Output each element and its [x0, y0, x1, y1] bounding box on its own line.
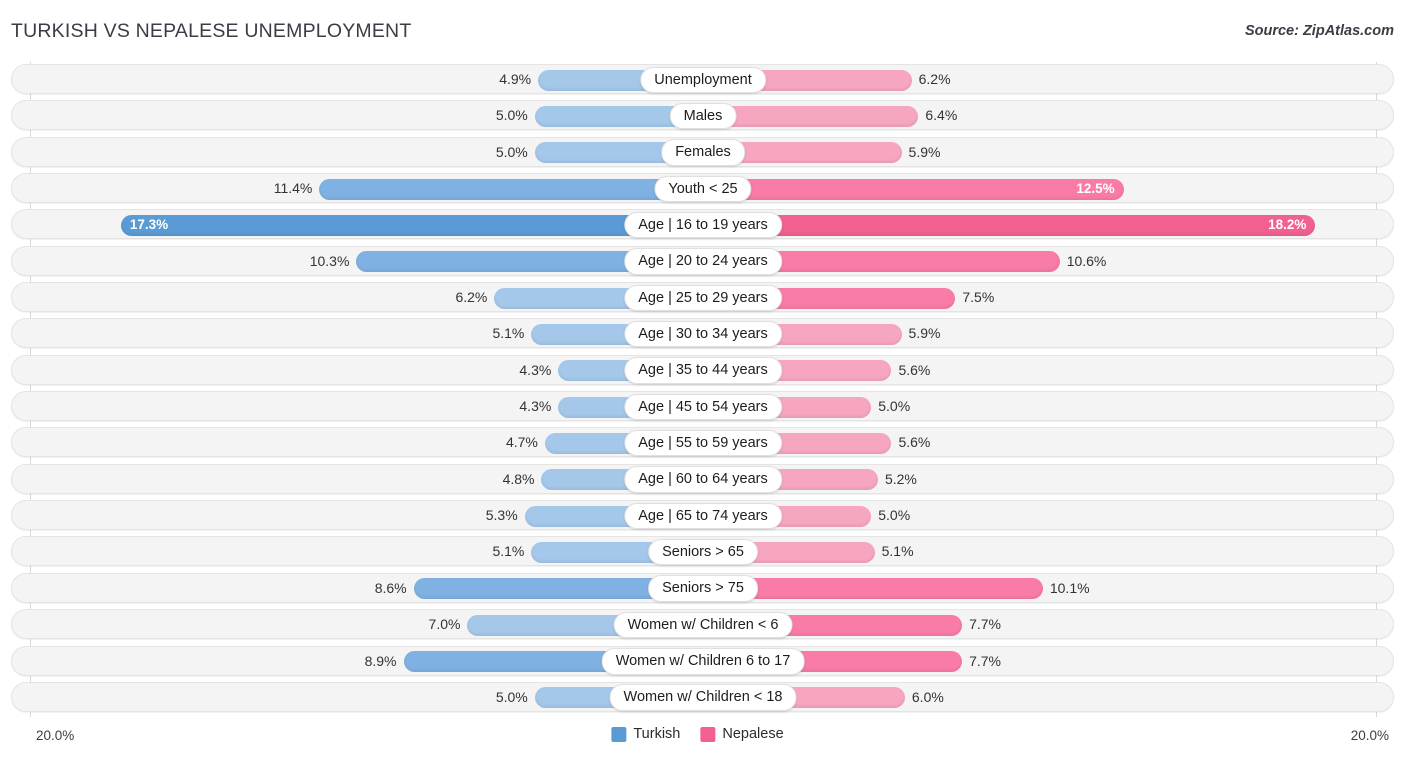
category-label-pill[interactable]: Youth < 25	[654, 175, 752, 203]
bar-row[interactable]: 5.0% 6.0% Women w/ Children < 18	[0, 680, 1406, 716]
value-label-turkish: 8.6%	[374, 579, 407, 596]
legend-label: Turkish	[633, 726, 681, 742]
bar-row[interactable]: 5.3% 5.0% Age | 65 to 74 years	[0, 498, 1406, 534]
value-label-nepalese: 18.2%	[1268, 216, 1307, 232]
chart-root: TURKISH VS NEPALESE UNEMPLOYMENT Source:…	[0, 0, 1406, 757]
value-label-nepalese: 5.2%	[884, 470, 917, 487]
legend-item[interactable]: Nepalese	[700, 726, 784, 742]
bar-row[interactable]: 5.1% 5.9% Age | 30 to 34 years	[0, 316, 1406, 352]
value-label-turkish: 4.3%	[519, 398, 552, 415]
bar-row[interactable]: 6.2% 7.5% Age | 25 to 29 years	[0, 280, 1406, 316]
value-label-turkish: 8.9%	[364, 652, 397, 669]
legend-swatch-icon	[700, 726, 716, 742]
category-label-pill[interactable]: Age | 20 to 24 years	[624, 248, 782, 275]
value-label-nepalese: 7.5%	[962, 289, 995, 306]
value-label-turkish: 4.3%	[519, 361, 552, 378]
value-label-nepalese: 10.1%	[1049, 579, 1090, 596]
bar-row[interactable]: 5.0% 5.9% Females	[0, 135, 1406, 171]
category-label-pill[interactable]: Age | 25 to 29 years	[624, 284, 782, 312]
chart-footer: 20.0% 20.0% Turkish Nepalese	[0, 717, 1406, 757]
axis-label-left: 20.0%	[36, 728, 75, 743]
value-label-turkish: 4.9%	[499, 71, 532, 87]
legend-item[interactable]: Turkish	[611, 726, 680, 742]
value-label-turkish: 17.3%	[129, 216, 169, 232]
value-label-turkish: 5.0%	[495, 143, 528, 160]
category-label-pill[interactable]: Age | 16 to 19 years	[624, 211, 782, 239]
bar-nepalese	[703, 178, 1124, 200]
value-label-nepalese: 5.9%	[908, 143, 941, 160]
axis-label-right: 20.0%	[1350, 728, 1389, 743]
legend-swatch-icon	[611, 726, 627, 742]
value-label-turkish: 5.1%	[492, 543, 525, 560]
bar-row[interactable]: 5.1% 5.1% Seniors > 65	[0, 534, 1406, 570]
value-label-nepalese: 5.1%	[881, 543, 914, 560]
bar-row[interactable]: 4.3% 5.0% Age | 45 to 54 years	[0, 389, 1406, 425]
bar-nepalese	[703, 214, 1316, 236]
source-attribution: Source: ZipAtlas.com	[1244, 23, 1394, 39]
value-label-nepalese: 12.5%	[1076, 180, 1115, 196]
category-label-pill[interactable]: Age | 30 to 34 years	[624, 320, 782, 348]
legend-label: Nepalese	[722, 726, 784, 742]
bar-row-list: 4.9% 6.2% Unemployment 5.0% 6.4% Males 5.0% 5.9…	[0, 62, 1406, 716]
value-label-nepalese: 5.0%	[878, 507, 911, 524]
category-label-pill[interactable]: Seniors > 65	[648, 538, 758, 566]
page-title: TURKISH VS NEPALESE UNEMPLOYMENT	[11, 20, 412, 42]
value-label-turkish: 5.0%	[495, 688, 528, 705]
category-label-pill[interactable]: Age | 60 to 64 years	[624, 466, 782, 493]
bar-row[interactable]: 4.9% 6.2% Unemployment	[0, 62, 1406, 98]
value-label-turkish: 5.0%	[495, 107, 528, 124]
category-label-pill[interactable]: Women w/ Children 6 to 17	[601, 648, 805, 675]
value-label-turkish: 4.8%	[502, 470, 535, 487]
value-label-nepalese: 5.9%	[908, 325, 941, 342]
bar-row[interactable]: 10.3% 10.6% Age | 20 to 24 years	[0, 244, 1406, 280]
chart-legend: Turkish Nepalese	[611, 726, 794, 742]
bar-row[interactable]: 8.9% 7.7% Women w/ Children 6 to 17	[0, 644, 1406, 680]
value-label-nepalese: 5.0%	[878, 398, 911, 415]
value-label-nepalese: 6.4%	[925, 107, 958, 124]
bar-row[interactable]: 8.6% 10.1% Seniors > 75	[0, 571, 1406, 607]
bar-turkish	[319, 178, 703, 200]
value-label-nepalese: 7.7%	[969, 616, 1002, 633]
bar-row[interactable]: 7.0% 7.7% Women w/ Children < 6	[0, 607, 1406, 643]
bar-row[interactable]: 4.3% 5.6% Age | 35 to 44 years	[0, 353, 1406, 389]
category-label-pill[interactable]: Seniors > 75	[648, 575, 758, 602]
value-label-turkish: 10.3%	[309, 252, 350, 269]
bar-row[interactable]: 11.4% 12.5% Youth < 25	[0, 171, 1406, 207]
category-label-pill[interactable]: Age | 45 to 54 years	[624, 393, 782, 421]
value-label-turkish: 11.4%	[273, 180, 313, 197]
value-label-turkish: 5.3%	[485, 507, 518, 524]
category-label-pill[interactable]: Women w/ Children < 18	[609, 684, 797, 711]
bar-turkish	[120, 214, 703, 236]
value-label-turkish: 6.2%	[455, 289, 488, 306]
value-label-nepalese: 7.7%	[969, 652, 1002, 669]
category-label-pill[interactable]: Females	[661, 139, 745, 166]
category-label-pill[interactable]: Age | 65 to 74 years	[624, 502, 782, 530]
value-label-nepalese: 6.2%	[918, 71, 951, 87]
bar-row[interactable]: 4.7% 5.6% Age | 55 to 59 years	[0, 425, 1406, 461]
category-label-pill[interactable]: Unemployment	[640, 66, 766, 93]
value-label-turkish: 5.1%	[492, 325, 525, 342]
category-label-pill[interactable]: Age | 55 to 59 years	[624, 429, 782, 457]
bar-row[interactable]: 4.8% 5.2% Age | 60 to 64 years	[0, 462, 1406, 498]
category-label-pill[interactable]: Males	[669, 102, 737, 130]
category-label-pill[interactable]: Women w/ Children < 6	[613, 611, 793, 639]
bar-row[interactable]: 17.3% 18.2% Age | 16 to 19 years	[0, 207, 1406, 243]
bar-row[interactable]: 5.0% 6.4% Males	[0, 98, 1406, 134]
category-label-pill[interactable]: Age | 35 to 44 years	[624, 357, 782, 384]
plot-area: 4.9% 6.2% Unemployment 5.0% 6.4% Males 5.0% 5.9…	[0, 62, 1406, 717]
value-label-nepalese: 5.6%	[898, 361, 931, 378]
value-label-nepalese: 5.6%	[898, 434, 931, 451]
value-label-nepalese: 6.0%	[911, 688, 944, 705]
value-label-turkish: 4.7%	[505, 434, 538, 451]
value-label-turkish: 7.0%	[428, 616, 461, 633]
value-label-nepalese: 10.6%	[1066, 252, 1107, 269]
